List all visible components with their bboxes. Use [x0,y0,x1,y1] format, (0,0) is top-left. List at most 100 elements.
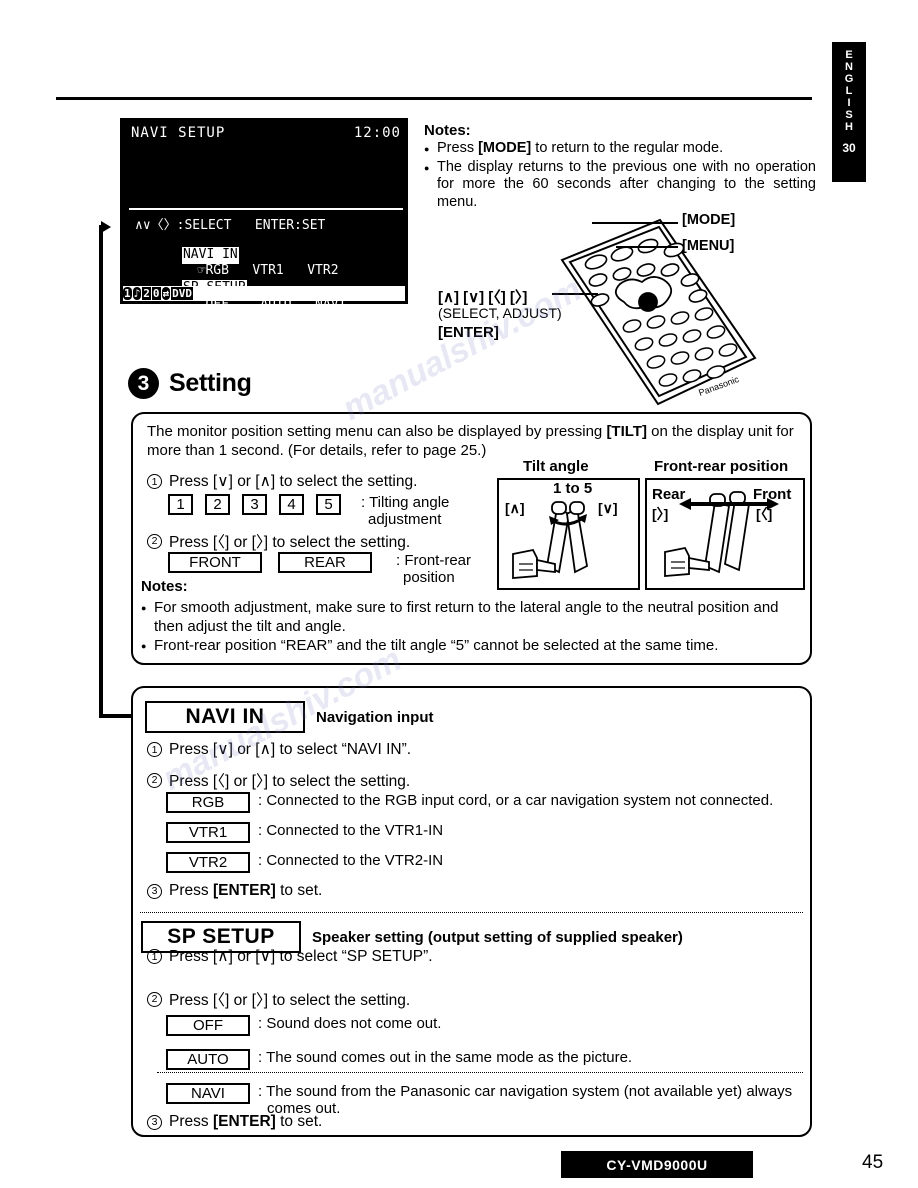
lang-letter: S [845,109,853,121]
sp-setup-option-off-desc: : Sound does not come out. [258,1015,442,1032]
sp-setup-step-3: Press [ENTER] to set. [169,1113,322,1131]
osd-screen: NAVI SETUP 12:00 ∧∨〈〉:SELECT ENTER:SET N… [120,118,408,312]
tilt-option-4[interactable]: 4 [279,494,304,515]
navi-row-separator [157,1072,803,1073]
step-number-1: 1 [147,949,162,964]
callout-enter-button: [ENTER] [438,324,499,341]
front-rear-option-front[interactable]: FRONT [168,552,262,573]
enter-key-label: [ENTER] [212,882,276,899]
navi-in-step-3: Press [ENTER] to set. [169,882,322,900]
tilt-label-line1: : Tilting angle [361,494,450,511]
fr-label-line1: : Front-rear [396,552,472,569]
navi-in-step-3-post: to set. [275,882,323,899]
tilt-key-up: [∧] [505,500,525,516]
sp-setup-step-3-post: to set. [275,1113,323,1130]
sp-setup-step-3: 3 Press [ENTER] to set. [147,1113,322,1131]
sp-setup-option-auto[interactable]: AUTO [166,1049,250,1070]
setting-intro: The monitor position setting menu can al… [147,422,795,460]
navi-in-step-3-pre: Press [169,882,213,899]
tilt-option-row: 1 2 3 4 5 : Tilting angle adjustment [168,494,449,528]
setting-note-text: For smooth adjustment, make sure to firs… [154,599,779,635]
sp-setup-option-navi-desc-wrap: : The sound from the Panasonic car navig… [258,1083,792,1117]
navi-in-option-vtr2-desc: : Connected to the VTR2-IN [258,852,444,869]
setting-intro-pre: The monitor position setting menu can al… [147,423,607,440]
sp-setup-description: Speaker setting (output setting of suppl… [312,928,683,946]
tilt-option-2[interactable]: 2 [205,494,230,515]
tilt-option-1[interactable]: 1 [168,494,193,515]
sp-setup-step-2: 2 Press [〈] or [〉] to select the setting… [147,988,410,1010]
tilt-option-label: : Tilting angle adjustment [361,494,449,528]
callout-leader-keys [552,293,598,295]
navi-in-step-1-text: Press [∨] or [∧] to select “NAVI IN”. [169,741,412,758]
navi-in-description: Navigation input [316,708,434,726]
leader-vertical [99,225,103,717]
tilt-option-5[interactable]: 5 [316,494,341,515]
navi-in-option-vtr2-row: VTR2 : Connected to the VTR2-IN [166,852,443,873]
osd-option-vtr2[interactable]: VTR2 [307,263,338,278]
callout-menu-button: [MENU] [682,238,735,254]
sp-setup-option-navi[interactable]: NAVI [166,1083,250,1104]
manual-page: E N G L I S H 30 NAVI SETUP 12:00 ∧∨〈〉:S… [0,0,918,1188]
sp-setup-option-off[interactable]: OFF [166,1015,250,1036]
navi-in-option-rgb-row: RGB : Connected to the RGB input cord, o… [166,792,773,813]
lang-letter: G [844,73,854,85]
step-number-3: 3 [147,1114,162,1130]
note-text-bold: [MODE] [478,140,532,156]
setting-note-item: Front-rear position “REAR” and the tilt … [141,637,801,656]
callout-leader-menu [616,246,678,248]
note-item: The display returns to the previous one … [424,159,816,212]
page-number: 45 [862,1152,884,1173]
callout-leader-mode [592,222,678,224]
lang-letter: E [845,49,853,61]
navi-in-option-vtr1[interactable]: VTR1 [166,822,250,843]
osd-status-repeat-icon: ⇄ [161,287,171,300]
navi-in-heading: NAVI IN [145,701,305,733]
setting-notes-heading: Notes: [141,578,188,595]
sp-setup-option-auto-desc: : The sound comes out in the same mode a… [258,1049,633,1066]
callout-mode-button: [MODE] [682,212,736,228]
osd-status-disc-number: 1 [123,287,132,300]
step-number-badge: 3 [128,368,159,399]
osd-option-vtr1[interactable]: VTR1 [252,263,283,278]
step-number-1: 1 [147,742,162,757]
osd-status-media-type: DVD [171,287,193,300]
note-text: The display returns to the previous one … [437,158,816,210]
setting-note-item: For smooth adjustment, make sure to firs… [141,599,801,636]
step-number-1: 1 [147,474,162,489]
enter-key-label: [ENTER] [212,1113,276,1130]
osd-status-track-tens: 2 [142,287,151,300]
navi-in-option-vtr2[interactable]: VTR2 [166,852,250,873]
navi-in-step-2-text: Press [〈] or [〉] to select the setting. [169,773,411,790]
tilt-diagram-title: Tilt angle [523,458,589,475]
front-rear-option-rear[interactable]: REAR [278,552,372,573]
lang-letter: H [845,121,853,133]
navi-in-step-1: 1 Press [∨] or [∧] to select “NAVI IN”. [147,740,411,759]
note-item: Press [MODE] to return to the regular mo… [424,140,816,158]
tilt-option-3[interactable]: 3 [242,494,267,515]
setting-step-2-text: Press [〈] or [〉] to select the setting. [169,534,411,551]
front-rear-rear-label: Rear [652,486,686,503]
section-separator [140,912,803,913]
setting-step-2: 2 Press [〈] or [〉] to select the setting… [147,530,410,552]
notes-heading: Notes: [424,122,471,139]
fr-label-line2: position [403,569,455,586]
sp-setup-step-1-text: Press [∧] or [∨] to select “SP SETUP”. [169,948,433,965]
navi-in-option-rgb[interactable]: RGB [166,792,250,813]
sp-setup-option-off-row: OFF : Sound does not come out. [166,1015,441,1036]
step-3-heading: 3 Setting [128,368,252,399]
callout-direction-keys-sub: (SELECT, ADJUST) [438,305,562,321]
front-rear-front-key: [〈] [756,506,773,522]
lang-letter: N [845,61,853,73]
tilt-range-label: 1 to 5 [553,480,593,497]
lang-letter: L [845,85,853,97]
osd-hint: ∧∨〈〉:SELECT ENTER:SET [135,218,326,233]
lang-tab-number: 30 [842,141,856,155]
osd-gap [284,263,307,278]
tilt-label-line2: adjustment [368,511,442,528]
step-number-2: 2 [147,772,162,788]
step-number-2: 2 [147,533,162,549]
step-number-2: 2 [147,991,162,1007]
osd-status-music-icon: ♪ [132,287,142,300]
setting-step-1: 1 Press [∨] or [∧] to select the setting… [147,472,417,491]
step-title: Setting [169,369,252,397]
